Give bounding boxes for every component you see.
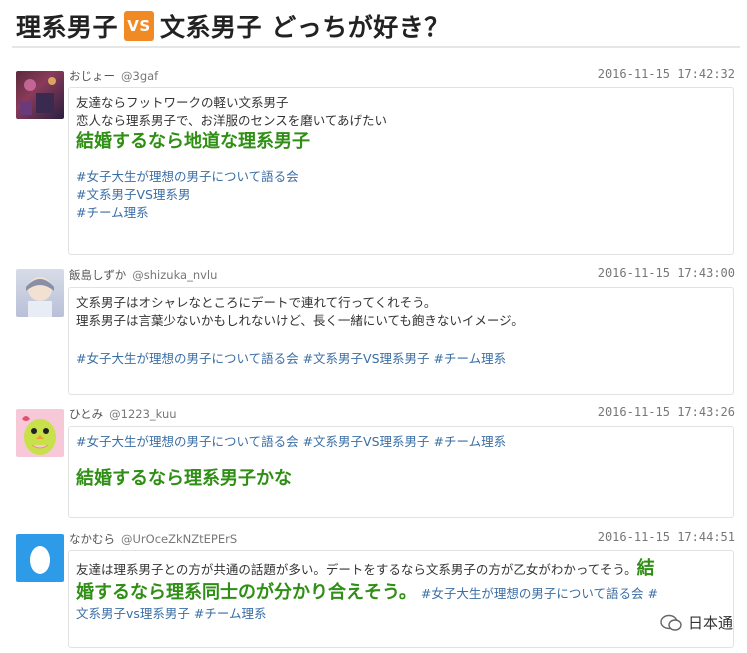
timestamp: 2016-11-15 17:43:26 [597, 405, 735, 419]
post-highlight: 結婚するなら地道な理系男子 [76, 131, 310, 152]
timestamp: 2016-11-15 17:44:51 [597, 530, 735, 544]
user-name[interactable]: 飯島しずか [69, 268, 126, 282]
timestamp: 2016-11-15 17:42:32 [597, 67, 735, 81]
avatar[interactable] [16, 71, 64, 119]
hashtag-link[interactable]: #女子大生が理想の男子について語る会 #文系男子VS理系男子 #チーム理系 [76, 433, 726, 451]
post-meta: 飯島しずか @shizuka_nvlu [69, 267, 217, 283]
watermark-label: 日本通 [687, 614, 733, 632]
post-meta: おじょー @3gaf [69, 68, 158, 84]
post-meta: ひとみ @1223_kuu [69, 406, 177, 422]
user-handle[interactable]: @3gaf [121, 69, 158, 83]
post-meta: なかむら @UrOceZkNZtEPErS [69, 531, 237, 547]
post-highlight: 婚するなら理系同士のが分かり合えそう。 [76, 582, 417, 603]
post-text-line: 友達は理系男子との方が共通の話題が多い。デートをするなら文系男子の方が乙女がわか… [76, 557, 726, 581]
post-body: 友達ならフットワークの軽い文系男子 恋人なら理系男子で、お洋服のセンスを磨いてあ… [68, 87, 734, 255]
bird-icon [22, 416, 56, 455]
anime-character-icon [26, 277, 54, 317]
user-name[interactable]: ひとみ [69, 407, 103, 421]
user-handle[interactable]: @shizuka_nvlu [132, 268, 217, 282]
user-name[interactable]: なかむら [69, 532, 115, 546]
post-body: 文系男子はオシャレなところにデートで連れて行ってくれそう。 理系男子は言葉少ない… [68, 287, 734, 395]
hashtag-link[interactable]: #チーム理系 [76, 204, 726, 222]
watermark: 日本通 [659, 612, 733, 633]
avatar[interactable] [16, 269, 64, 317]
user-name[interactable]: おじょー [69, 69, 115, 83]
hashtag-link[interactable]: 文系男子vs理系男子 #チーム理系 [76, 605, 726, 623]
wechat-icon [660, 614, 682, 631]
hashtag-link[interactable]: #女子大生が理想の男子について語る会 [76, 168, 726, 186]
hashtag-link[interactable]: #女子大生が理想の男子について語る会 #文系男子VS理系男子 #チーム理系 [76, 350, 726, 368]
egg-icon [30, 546, 50, 574]
post-text-line: 婚するなら理系同士のが分かり合えそう。 #女子大生が理想の男子について語る会 # [76, 581, 726, 605]
post-text: 文系男子はオシャレなところにデートで連れて行ってくれそう。 [76, 295, 437, 310]
post-text: 友達は理系男子との方が共通の話題が多い。デートをするなら文系男子の方が乙女がわか… [76, 562, 637, 577]
post-highlight: 結 [636, 558, 655, 579]
post-text: 友達ならフットワークの軽い文系男子 [76, 95, 289, 110]
party-photo-icon [20, 77, 56, 115]
user-handle[interactable]: @UrOceZkNZtEPErS [121, 532, 237, 546]
post-body: #女子大生が理想の男子について語る会 #文系男子VS理系男子 #チーム理系 結婚… [68, 426, 734, 518]
post-text: 恋人なら理系男子で、お洋服のセンスを磨いてあげたい [76, 113, 388, 128]
post-feed: おじょー @3gaf 2016-11-15 17:42:32 友達ならフットワーク… [0, 0, 747, 653]
timestamp: 2016-11-15 17:43:00 [597, 266, 735, 280]
user-handle[interactable]: @1223_kuu [109, 407, 176, 421]
hashtag-link[interactable]: #女子大生が理想の男子について語る会 # [421, 586, 658, 601]
hashtag-link[interactable]: #文系男子VS理系男 [76, 186, 726, 204]
post-text: 理系男子は言葉少ないかもしれないけど、長く一緒にいても飽きないイメージ。 [76, 313, 524, 328]
post-highlight: 結婚するなら理系男子かな [76, 468, 292, 489]
avatar[interactable] [16, 534, 64, 582]
post-body: 友達は理系男子との方が共通の話題が多い。デートをするなら文系男子の方が乙女がわか… [68, 550, 734, 648]
avatar[interactable] [16, 409, 64, 457]
